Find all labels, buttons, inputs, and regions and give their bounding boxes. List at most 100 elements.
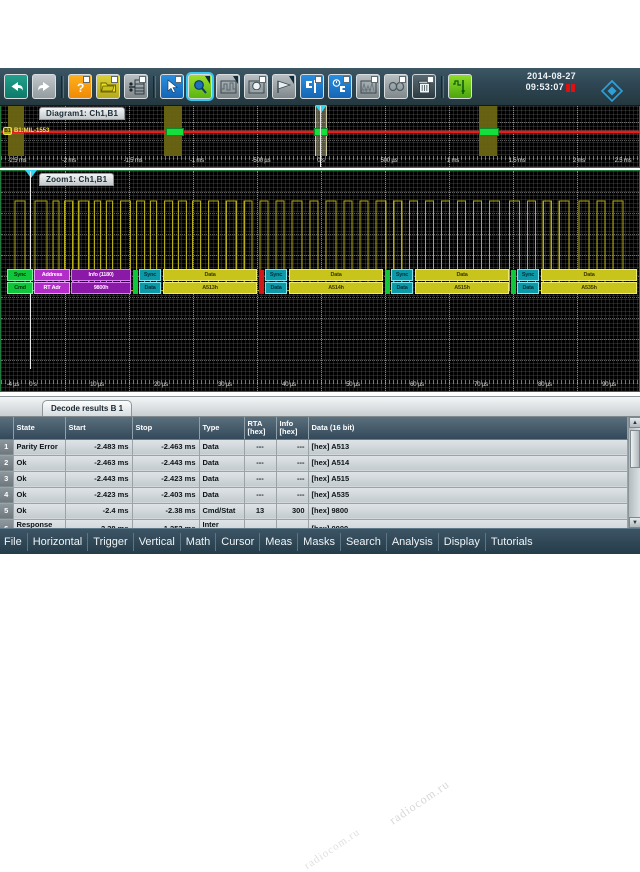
cell-data: [hex] A514	[308, 455, 628, 471]
row-index: 1	[0, 439, 13, 455]
bus-seg-sync2-bot[interactable]: Data	[265, 282, 287, 294]
zoom1-time-axis: -4 µs 0 s 10 µs 20 µs 30 µs 40 µs 50 µs …	[1, 380, 639, 391]
bus-seg-data2-bot[interactable]: A514h	[289, 282, 383, 294]
menu-item-search[interactable]: Search	[341, 533, 387, 551]
menu-item-horizontal[interactable]: Horizontal	[28, 533, 89, 551]
mil1553-decode-bus[interactable]: Sync Cmd Address RT Adr Info (1180) 9800…	[1, 269, 640, 295]
cell-type: Data	[199, 471, 244, 487]
diagram1-channel-tag[interactable]: B1 B1:MIL-1553	[3, 127, 49, 135]
bus-seg-sync-top[interactable]: Sync	[7, 269, 33, 281]
cell-data: [hex] A515	[308, 471, 628, 487]
bus-seg-data2-top[interactable]: Data	[289, 269, 383, 281]
bus-seg-sync4-top[interactable]: Sync	[517, 269, 539, 281]
bus-seg-sync1-top[interactable]: Sync	[139, 269, 161, 281]
th-data[interactable]: Data (16 bit)	[308, 417, 628, 439]
menu-item-vertical[interactable]: Vertical	[134, 533, 181, 551]
menu-item-tutorials[interactable]: Tutorials	[486, 533, 538, 551]
histogram-tool-button[interactable]	[244, 74, 268, 99]
diagram1-label[interactable]: Diagram1: Ch1,B1	[39, 107, 125, 120]
th-type[interactable]: Type	[199, 417, 244, 439]
th-state[interactable]: State	[13, 417, 65, 439]
table-row[interactable]: 2 Ok -2.463 ms -2.443 ms Data --- --- [h…	[0, 455, 628, 471]
zoom1-label[interactable]: Zoom1: Ch1,B1	[39, 173, 114, 186]
zoom-tool-button[interactable]	[188, 74, 212, 99]
fft-button[interactable]: FFT	[356, 74, 380, 99]
th-rta[interactable]: RTA [hex]	[244, 417, 276, 439]
bus-seg-sync3-bot[interactable]: Data	[391, 282, 413, 294]
cell-start: -2.423 ms	[65, 487, 132, 503]
bus-seg-data4-bot[interactable]: A535h	[541, 282, 637, 294]
delete-button[interactable]	[412, 74, 436, 99]
save-setup-button[interactable]	[124, 74, 148, 99]
bus-seg-address-top[interactable]: Address	[34, 269, 70, 281]
decode-results-table[interactable]: State Start Stop Type RTA [hex] Info [he…	[0, 417, 628, 539]
th-info[interactable]: Info [hex]	[276, 417, 308, 439]
zoom-trigger-marker-icon[interactable]	[25, 170, 37, 178]
zoom1-panel[interactable]: Zoom1: Ch1,B1 Sync Cmd Address RT Adr In…	[0, 170, 640, 392]
th-start[interactable]: Start	[65, 417, 132, 439]
th-stop[interactable]: Stop	[132, 417, 199, 439]
mask-dropdown-arrow-icon[interactable]	[289, 76, 294, 84]
redo-arrow-icon	[37, 80, 52, 93]
measure-dropdown-arrow-icon[interactable]	[233, 76, 238, 84]
table-row[interactable]: 1 Parity Error -2.483 ms -2.463 ms Data …	[0, 439, 628, 455]
bus-seg-sync4-bot[interactable]: Data	[517, 282, 539, 294]
scroll-down-button[interactable]: ▼	[629, 517, 640, 528]
persistence-button[interactable]	[328, 74, 352, 99]
tab-decode-results[interactable]: Decode results B 1	[42, 400, 132, 416]
bus-seg-sync1-bot[interactable]: Data	[139, 282, 161, 294]
row-index: 3	[0, 471, 13, 487]
watermark-text-2: radiocom.ru	[302, 826, 362, 872]
oscilloscope-window: ?	[0, 0, 640, 640]
table-row[interactable]: 3 Ok -2.443 ms -2.423 ms Data --- --- [h…	[0, 471, 628, 487]
diagram1-panel[interactable]: Diagram1: Ch1,B1 B1 B1:MIL-1553 -2.5 ms …	[0, 106, 640, 168]
results-scrollbar[interactable]: ▲ ▼	[628, 417, 640, 528]
pointer-tool-button[interactable]	[160, 74, 184, 99]
toolbar-separator-1	[61, 76, 64, 98]
bus-seg-info-bot[interactable]: 9800h	[71, 282, 131, 294]
menu-item-trigger[interactable]: Trigger	[88, 533, 133, 551]
scroll-up-button[interactable]: ▲	[629, 417, 640, 428]
menu-item-cursor[interactable]: Cursor	[216, 533, 260, 551]
bus-seg-sync2-top[interactable]: Sync	[265, 269, 287, 281]
bus-seg-rtadr-bot[interactable]: RT Adr	[34, 282, 70, 294]
scroll-thumb[interactable]	[630, 430, 640, 468]
zoom-dropdown-arrow-icon[interactable]	[205, 76, 210, 84]
help-button[interactable]: ?	[68, 74, 92, 99]
undo-button[interactable]	[4, 74, 28, 99]
bus-seg-cmd-bot[interactable]: Cmd	[7, 282, 33, 294]
help-corner-badge	[83, 76, 90, 83]
bus-seg-data1-top[interactable]: Data	[163, 269, 257, 281]
bus-seg-data4-top[interactable]: Data	[541, 269, 637, 281]
eye-diagram-button[interactable]	[384, 74, 408, 99]
cell-info: ---	[276, 439, 308, 455]
cell-info: 300	[276, 503, 308, 519]
decode-results-panel: Decode results B 1 radiocom.ru radiocom.…	[0, 396, 640, 528]
open-file-button[interactable]	[96, 74, 120, 99]
menu-item-file[interactable]: File	[0, 533, 28, 551]
watermark-text: radiocom.ru	[387, 777, 453, 828]
cell-start: -2.4 ms	[65, 503, 132, 519]
menu-item-math[interactable]: Math	[181, 533, 216, 551]
bus-seg-data3-bot[interactable]: A515h	[415, 282, 509, 294]
reference-corner-badge	[315, 76, 322, 83]
measure-tool-button[interactable]	[216, 74, 240, 99]
bottom-menu-bar: File Horizontal Trigger Vertical Math Cu…	[0, 528, 640, 554]
menu-item-masks[interactable]: Masks	[298, 533, 341, 551]
mask-tool-button[interactable]	[272, 74, 296, 99]
menu-item-meas[interactable]: Meas	[260, 533, 298, 551]
bus-seg-info-top[interactable]: Info (1180)	[71, 269, 131, 281]
probe-button[interactable]	[448, 74, 472, 99]
cell-start: -2.463 ms	[65, 455, 132, 471]
menu-item-analysis[interactable]: Analysis	[387, 533, 439, 551]
menu-item-display[interactable]: Display	[439, 533, 486, 551]
trigger-marker-icon[interactable]	[315, 105, 327, 113]
redo-button[interactable]	[32, 74, 56, 99]
bus-seg-data1-bot[interactable]: A513h	[163, 282, 257, 294]
table-row[interactable]: 5 Ok -2.4 ms -2.38 ms Cmd/Stat 13 300 [h…	[0, 503, 628, 519]
row-index: 2	[0, 455, 13, 471]
reference-button[interactable]	[300, 74, 324, 99]
bus-seg-data3-top[interactable]: Data	[415, 269, 509, 281]
bus-seg-sync3-top[interactable]: Sync	[391, 269, 413, 281]
table-row[interactable]: 4 Ok -2.423 ms -2.403 ms Data --- --- [h…	[0, 487, 628, 503]
